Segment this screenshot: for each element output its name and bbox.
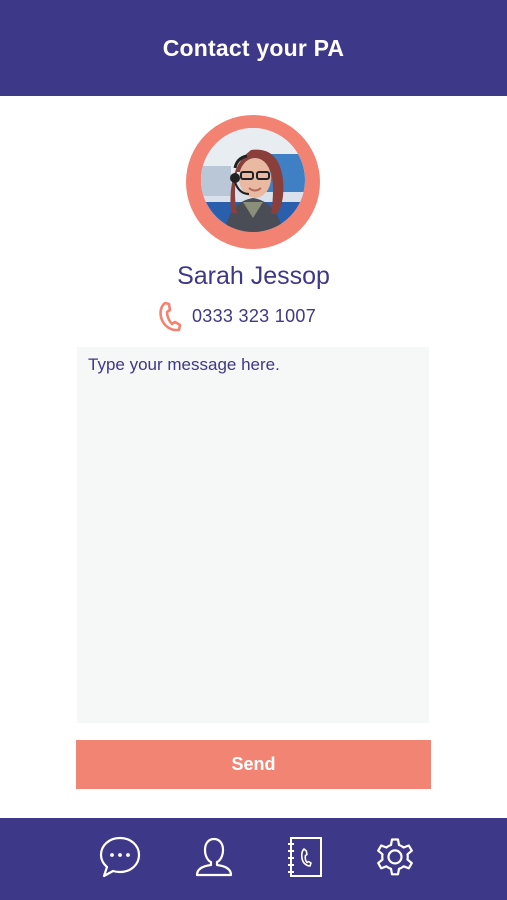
chat-bubble-icon [99,836,141,878]
page-title: Contact your PA [162,34,345,61]
gear-icon [377,838,413,876]
pa-name: Sarah Jessop [177,262,330,290]
tab-messages[interactable] [95,832,145,882]
phone-number[interactable]: 0333 323 1007 [192,306,316,327]
tab-profile[interactable] [189,832,239,882]
bottom-tab-bar [0,818,507,900]
avatar [201,128,305,232]
tab-contacts[interactable] [280,832,330,882]
message-input[interactable] [77,347,429,723]
phone-icon [159,301,182,332]
phone-book-icon [288,837,322,877]
send-button[interactable]: Send [76,740,431,789]
tab-settings[interactable] [370,832,420,882]
person-icon [195,837,233,877]
header-bar: Contact your PA [0,0,507,96]
phone-link[interactable]: 0333 323 1007 [156,298,316,334]
